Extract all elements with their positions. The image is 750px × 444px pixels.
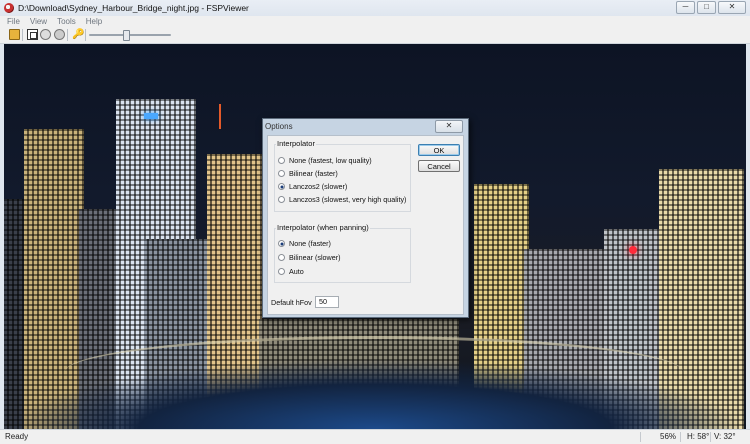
title-bar: D:\Download\Sydney_Harbour_Bridge_night.… [0,0,750,17]
panning-option-none[interactable]: None (faster) [278,239,331,248]
menu-help[interactable]: Help [86,16,102,27]
radio-button[interactable] [278,196,285,203]
option-label: None (fastest, low quality) [289,156,372,165]
radio-button[interactable] [278,183,285,190]
vfov-readout: V: 32° [714,432,736,441]
app-icon [4,3,14,13]
menu-view[interactable]: View [30,16,47,27]
menu-bar: File View Tools Help [0,16,750,27]
status-bar: Ready 56% H: 58° V: 32° [0,429,750,444]
panning-label: Interpolator (when panning) [276,223,370,232]
status-text: Ready [5,432,29,441]
radio-button[interactable] [278,170,285,177]
default-hfov-label: Default hFov [271,298,312,307]
panning-option-bilinear[interactable]: Bilinear (slower) [278,253,341,262]
interpolator-label: Interpolator [276,139,316,148]
status-divider [680,432,681,442]
dialog-body: Interpolator None (fastest, low quality)… [267,135,464,315]
fullscreen-icon[interactable] [27,29,38,40]
blue-sign [144,113,158,119]
radio-button[interactable] [278,268,285,275]
zoom-readout: 56% [660,432,677,441]
radio-button[interactable] [278,254,285,261]
window-title: D:\Download\Sydney_Harbour_Bridge_night.… [18,3,249,13]
ok-button[interactable]: OK [418,144,460,156]
toolbar: 🔑 [0,27,750,44]
option-label: None (faster) [289,239,331,248]
option-label: Lanczos3 (slowest, very high quality) [289,195,407,204]
toolbar-separator [85,29,86,41]
radio-button[interactable] [278,157,285,164]
interpolator-option-lanczos2[interactable]: Lanczos2 (slower) [278,182,347,191]
default-hfov-input[interactable]: 50 [315,296,339,308]
maximize-button[interactable]: □ [697,1,716,14]
menu-tools[interactable]: Tools [57,16,76,27]
panning-option-auto[interactable]: Auto [278,267,304,276]
window-controls: ─ □ ✕ [676,1,746,14]
option-label: Bilinear (slower) [289,253,341,262]
cancel-button[interactable]: Cancel [418,160,460,172]
options-dialog: Options ✕ Interpolator None (fastest, lo… [262,118,469,318]
dialog-close-button[interactable]: ✕ [435,120,463,133]
status-divider [710,432,711,442]
open-icon[interactable] [9,29,20,40]
radio-button[interactable] [278,240,285,247]
status-divider [640,432,641,442]
zoom-slider-thumb[interactable] [122,30,130,41]
circle-icon[interactable] [54,29,65,40]
zoom-slider-track[interactable] [89,34,171,36]
spire [219,104,221,129]
option-label: Lanczos2 (slower) [289,182,348,191]
toolbar-separator [67,29,68,41]
close-button[interactable]: ✕ [718,1,746,14]
red-light [629,246,637,254]
option-label: Auto [289,267,304,276]
interpolator-option-lanczos3[interactable]: Lanczos3 (slowest, very high quality) [278,195,406,204]
walkway-arc [64,336,684,409]
toolbar-separator [22,29,23,41]
circle-icon[interactable] [40,29,51,40]
interpolator-option-none[interactable]: None (fastest, low quality) [278,156,372,165]
interpolator-option-bilinear[interactable]: Bilinear (faster) [278,169,338,178]
menu-file[interactable]: File [7,16,20,27]
hfov-readout: H: 58° [687,432,710,441]
minimize-button[interactable]: ─ [676,1,695,14]
option-label: Bilinear (faster) [289,169,338,178]
dialog-title: Options [265,122,293,131]
key-icon[interactable]: 🔑 [72,29,84,40]
